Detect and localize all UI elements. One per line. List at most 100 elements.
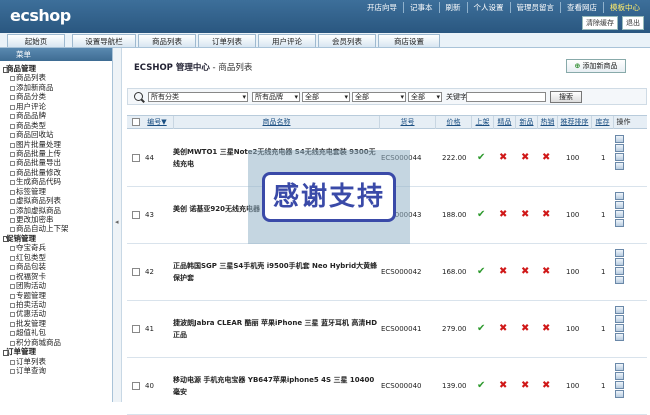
trash-icon[interactable] xyxy=(615,219,624,227)
tab-order-list[interactable]: 订单列表 xyxy=(198,34,256,47)
recommend-select[interactable]: 全部 xyxy=(302,92,350,102)
header-on-sale[interactable]: 上架 xyxy=(471,116,493,129)
best-cross-icon[interactable]: ✖ xyxy=(499,380,507,391)
supplier-select[interactable]: 全部 xyxy=(408,92,442,102)
new-cross-icon[interactable]: ✖ xyxy=(521,323,529,334)
menu-item[interactable]: 标签管理 xyxy=(0,187,112,196)
goods-stock[interactable]: 1 xyxy=(601,380,605,392)
goods-sort[interactable]: 100 xyxy=(566,209,579,221)
clear-cache-button[interactable]: 清除缓存 xyxy=(582,16,618,30)
goods-price[interactable]: 222.00 xyxy=(442,152,467,164)
header-hot[interactable]: 热销 xyxy=(537,116,557,129)
menu-group[interactable]: 订单管理 xyxy=(0,347,112,356)
goods-name[interactable]: 正品韩国SGP 三星S4手机壳 i9500手机套 Neo Hybrid大黄蜂保护… xyxy=(173,260,379,284)
trash-icon[interactable] xyxy=(615,333,624,341)
view-icon[interactable] xyxy=(615,192,624,200)
tab-nav-settings[interactable]: 设置导航栏 xyxy=(72,34,136,47)
tab-comments[interactable]: 用户评论 xyxy=(258,34,316,47)
category-select[interactable]: 所有分类 xyxy=(148,92,248,102)
best-cross-icon[interactable]: ✖ xyxy=(499,266,507,277)
view-icon[interactable] xyxy=(615,135,624,143)
menu-item[interactable]: 商品自动上下架 xyxy=(0,224,112,233)
goods-sn[interactable]: ECS000040 xyxy=(381,380,421,392)
menu-item[interactable]: 添加虚拟商品 xyxy=(0,206,112,215)
menu-item[interactable]: 订单列表 xyxy=(0,357,112,366)
menu-item[interactable]: 虚拟商品列表 xyxy=(0,196,112,205)
edit-icon[interactable] xyxy=(615,315,624,323)
view-icon[interactable] xyxy=(615,306,624,314)
header-sort[interactable]: 推荐排序 xyxy=(557,116,591,129)
copy-icon[interactable] xyxy=(615,381,624,389)
top-link-messages[interactable]: 管理员留言 xyxy=(509,2,561,13)
edit-icon[interactable] xyxy=(615,144,624,152)
goods-sort[interactable]: 100 xyxy=(566,152,579,164)
menu-item[interactable]: 积分商城商品 xyxy=(0,338,112,347)
best-cross-icon[interactable]: ✖ xyxy=(499,323,507,334)
menu-item[interactable]: 商品包装 xyxy=(0,262,112,271)
row-checkbox[interactable] xyxy=(132,268,140,276)
menu-item[interactable]: 图片批量处理 xyxy=(0,140,112,149)
menu-item[interactable]: 祝福贺卡 xyxy=(0,272,112,281)
header-stock[interactable]: 库存 xyxy=(591,116,613,129)
menu-item[interactable]: 夺宝奇兵 xyxy=(0,243,112,252)
header-new[interactable]: 新品 xyxy=(515,116,537,129)
top-link-settings[interactable]: 个人设置 xyxy=(466,2,510,13)
on-sale-check-icon[interactable]: ✔ xyxy=(477,380,485,391)
menu-item[interactable]: 优惠活动 xyxy=(0,309,112,318)
on-sale-check-icon[interactable]: ✔ xyxy=(477,266,485,277)
menu-item[interactable]: 专题管理 xyxy=(0,291,112,300)
menu-item[interactable]: 添加新商品 xyxy=(0,83,112,92)
select-all-checkbox[interactable] xyxy=(132,118,140,126)
top-link-templates[interactable]: 模板中心 xyxy=(603,2,646,13)
menu-item[interactable]: 超值礼包 xyxy=(0,328,112,337)
menu-item[interactable]: 商品批量导出 xyxy=(0,158,112,167)
best-cross-icon[interactable]: ✖ xyxy=(499,152,507,163)
goods-sn[interactable]: ECS000041 xyxy=(381,323,421,335)
hot-cross-icon[interactable]: ✖ xyxy=(542,323,550,334)
new-cross-icon[interactable]: ✖ xyxy=(521,152,529,163)
row-checkbox[interactable] xyxy=(132,154,140,162)
goods-stock[interactable]: 1 xyxy=(601,209,605,221)
goods-stock[interactable]: 1 xyxy=(601,323,605,335)
logout-button[interactable]: 退出 xyxy=(622,16,644,30)
on-sale-check-icon[interactable]: ✔ xyxy=(477,152,485,163)
tab-home[interactable]: 起始页 xyxy=(7,34,65,47)
menu-item[interactable]: 批发管理 xyxy=(0,319,112,328)
header-price[interactable]: 价格 xyxy=(435,116,471,129)
tab-shop-settings[interactable]: 商店设置 xyxy=(378,34,440,47)
goods-sort[interactable]: 100 xyxy=(566,380,579,392)
search-button[interactable]: 搜索 xyxy=(550,91,582,103)
tab-goods-list[interactable]: 商品列表 xyxy=(138,34,196,47)
goods-sort[interactable]: 100 xyxy=(566,266,579,278)
tab-members[interactable]: 会员列表 xyxy=(318,34,376,47)
edit-icon[interactable] xyxy=(615,201,624,209)
copy-icon[interactable] xyxy=(615,324,624,332)
menu-item[interactable]: 生成商品代码 xyxy=(0,177,112,186)
hot-cross-icon[interactable]: ✖ xyxy=(542,266,550,277)
menu-item[interactable]: 订单查询 xyxy=(0,366,112,375)
row-checkbox[interactable] xyxy=(132,325,140,333)
menu-item[interactable]: 商品类型 xyxy=(0,121,112,130)
menu-item[interactable]: 红包类型 xyxy=(0,253,112,262)
goods-name[interactable]: 捷波朗Jabra CLEAR 酷丽 苹果iPhone 三星 蓝牙耳机 高清HD … xyxy=(173,317,379,341)
top-link-refresh[interactable]: 刷新 xyxy=(438,2,467,13)
header-sn[interactable]: 货号 xyxy=(379,116,435,129)
goods-price[interactable]: 168.00 xyxy=(442,266,467,278)
goods-name[interactable]: 移动电源 手机充电宝器 YB647苹果iphone5 4S 三星 10400毫安 xyxy=(173,374,379,398)
top-link-view-shop[interactable]: 查看网店 xyxy=(560,2,603,13)
new-cross-icon[interactable]: ✖ xyxy=(521,266,529,277)
menu-item[interactable]: 商品批量修改 xyxy=(0,168,112,177)
brand-select[interactable]: 所有品牌 xyxy=(252,92,300,102)
top-link-wizard[interactable]: 开店向导 xyxy=(361,2,403,13)
menu-item[interactable]: 用户评论 xyxy=(0,102,112,111)
menu-item[interactable]: 团购活动 xyxy=(0,281,112,290)
on-sale-check-icon[interactable]: ✔ xyxy=(477,323,485,334)
hot-cross-icon[interactable]: ✖ xyxy=(542,380,550,391)
view-icon[interactable] xyxy=(615,363,624,371)
new-cross-icon[interactable]: ✖ xyxy=(521,209,529,220)
sidebar-splitter[interactable]: ◂ xyxy=(113,48,122,402)
on-sale-check-icon[interactable]: ✔ xyxy=(477,209,485,220)
new-cross-icon[interactable]: ✖ xyxy=(521,380,529,391)
row-checkbox[interactable] xyxy=(132,211,140,219)
goods-price[interactable]: 188.00 xyxy=(442,209,467,221)
